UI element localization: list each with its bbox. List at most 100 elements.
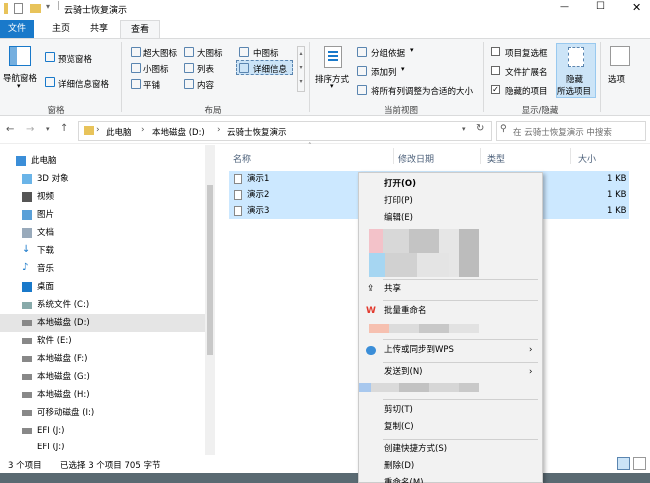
group-by-button[interactable]: 分组依据	[371, 47, 405, 59]
menu-separator	[383, 339, 538, 340]
menu-item-create-shortcut[interactable]: 创建快捷方式(S)	[359, 441, 542, 458]
content-view-icon	[184, 79, 194, 89]
column-header-name[interactable]: 名称	[233, 152, 251, 165]
layout-tiles[interactable]: 平铺	[143, 79, 160, 91]
item-checkboxes-checkbox[interactable]	[491, 47, 500, 56]
details-view-toggle-icon[interactable]	[617, 457, 630, 470]
sort-dropdown-icon[interactable]: ▾	[330, 82, 334, 90]
hidden-items-label[interactable]: 隐藏的项目	[505, 85, 548, 97]
layout-medium-icons[interactable]: 中图标	[253, 47, 279, 59]
menu-item-copy[interactable]: 复制(C)	[359, 419, 542, 436]
nav-item-this-pc[interactable]: 此电脑	[0, 152, 205, 170]
tab-view[interactable]: 查看	[120, 20, 160, 39]
file-size: 1 KB	[607, 190, 627, 200]
nav-item-documents[interactable]: 文档	[0, 224, 205, 242]
window-title: 云骑士恢复演示	[64, 6, 128, 16]
nav-item-desktop[interactable]: 桌面	[0, 278, 205, 296]
tab-share[interactable]: 共享	[82, 20, 116, 38]
nav-pane-dropdown-icon[interactable]: ▾	[17, 82, 21, 90]
layout-large-icons[interactable]: 大图标	[197, 47, 223, 59]
scrollbar-thumb[interactable]	[207, 185, 213, 355]
address-dropdown-icon[interactable]: ▾	[462, 125, 466, 133]
nav-item-3d-objects[interactable]: 3D 对象	[0, 170, 205, 188]
item-checkboxes-label[interactable]: 项目复选框	[505, 47, 548, 59]
menu-item-share[interactable]: ⇪ 共享	[359, 281, 542, 298]
tab-home[interactable]: 主页	[44, 20, 78, 38]
ribbon-divider	[600, 42, 601, 112]
list-view-icon	[184, 63, 194, 73]
column-header-size[interactable]: 大小	[578, 152, 596, 165]
drive-icon	[22, 428, 32, 434]
details-pane-icon[interactable]	[45, 77, 55, 87]
preview-pane-button[interactable]: 预览窗格	[58, 53, 92, 65]
column-divider[interactable]	[570, 148, 571, 164]
nav-item-drive-f[interactable]: 本地磁盘 (F:)	[0, 350, 205, 368]
minimize-button[interactable]: —	[560, 2, 569, 12]
nav-pane-icon[interactable]	[9, 46, 31, 66]
nav-item-pictures[interactable]: 图片	[0, 206, 205, 224]
medium-icons-icon	[239, 47, 249, 57]
options-button[interactable]: 选项	[608, 73, 625, 85]
menu-item-open[interactable]: 打开(O)	[359, 176, 542, 193]
details-pane-button[interactable]: 详细信息窗格	[58, 78, 109, 90]
new-folder-icon[interactable]	[30, 4, 41, 13]
options-icon[interactable]	[610, 46, 630, 66]
refresh-icon[interactable]: ↻	[476, 123, 484, 134]
layout-content[interactable]: 内容	[197, 79, 214, 91]
up-arrow-icon[interactable]: ↑	[60, 123, 68, 134]
preview-pane-icon[interactable]	[45, 52, 55, 62]
menu-item-upload-wps[interactable]: 上传或同步到WPS ›	[359, 342, 542, 359]
forward-arrow-icon[interactable]: →	[26, 124, 34, 135]
nav-item-drive-c[interactable]: 系统文件 (C:)	[0, 296, 205, 314]
3d-objects-icon	[22, 174, 32, 184]
column-header-date[interactable]: 修改日期	[398, 152, 434, 165]
add-columns-dropdown-icon[interactable]: ▾	[401, 65, 405, 73]
qat-dropdown-icon[interactable]: ▾	[46, 2, 50, 11]
menu-item-send-to[interactable]: 发送到(N) ›	[359, 364, 542, 381]
file-extensions-label[interactable]: 文件扩展名	[505, 66, 548, 78]
size-all-columns-button[interactable]: 将所有列调整为合适的大小	[371, 85, 473, 97]
maximize-button[interactable]: ☐	[596, 1, 605, 12]
file-size: 1 KB	[607, 174, 627, 184]
text-file-icon	[234, 190, 242, 200]
menu-item-batch-rename[interactable]: W 批量重命名	[359, 303, 542, 320]
tab-file[interactable]: 文件	[0, 20, 34, 38]
group-by-dropdown-icon[interactable]: ▾	[410, 46, 414, 54]
nav-item-drive-g[interactable]: 本地磁盘 (G:)	[0, 368, 205, 386]
nav-item-drive-i[interactable]: 可移动磁盘 (I:)	[0, 404, 205, 422]
menu-item-edit[interactable]: 编辑(E)	[359, 210, 542, 227]
menu-item-print[interactable]: 打印(P)	[359, 193, 542, 210]
back-arrow-icon[interactable]: ←	[6, 124, 14, 135]
file-extensions-checkbox[interactable]	[491, 66, 500, 75]
add-columns-button[interactable]: 添加列	[371, 66, 397, 78]
sort-icon[interactable]	[324, 46, 342, 68]
nav-pane-scrollbar[interactable]	[205, 145, 215, 455]
nav-item-drive-h[interactable]: 本地磁盘 (H:)	[0, 386, 205, 404]
menu-item-delete[interactable]: 删除(D)	[359, 458, 542, 475]
nav-item-music[interactable]: ♪ 音乐	[0, 260, 205, 278]
large-icons-toggle-icon[interactable]	[633, 457, 646, 470]
breadcrumb-drive-d[interactable]: 本地磁盘 (D:)	[152, 126, 205, 138]
menu-item-cut[interactable]: 剪切(T)	[359, 402, 542, 419]
nav-item-drive-j[interactable]: EFI (J:)	[0, 422, 205, 440]
menu-item-rename[interactable]: 重命名(M)	[359, 475, 542, 483]
nav-item-videos[interactable]: 视频	[0, 188, 205, 206]
column-divider[interactable]	[393, 148, 394, 164]
layout-list[interactable]: 列表	[197, 63, 214, 75]
nav-item-drive-d-selected[interactable]: 本地磁盘 (D:)	[0, 314, 205, 332]
layout-xlarge-icons[interactable]: 超大图标	[143, 47, 177, 59]
breadcrumb-current-folder[interactable]: 云骑士恢复演示	[227, 126, 287, 138]
recent-dropdown-icon[interactable]: ▾	[46, 125, 50, 133]
nav-item-drive-j-2[interactable]: EFI (J:)	[0, 443, 205, 453]
close-button[interactable]: ✕	[632, 1, 641, 14]
nav-item-downloads[interactable]: ↓ 下载	[0, 242, 205, 260]
layout-details[interactable]: 详细信息	[253, 63, 287, 75]
column-divider[interactable]	[480, 148, 481, 164]
properties-icon[interactable]	[14, 3, 23, 14]
layout-small-icons[interactable]: 小图标	[143, 63, 169, 75]
nav-item-drive-e[interactable]: 软件 (E:)	[0, 332, 205, 350]
column-header-type[interactable]: 类型	[487, 152, 505, 165]
breadcrumb-this-pc[interactable]: 此电脑	[106, 126, 132, 138]
layout-scroll-arrows[interactable]: ▴ ▾ ▾	[297, 46, 305, 92]
hidden-items-checkbox[interactable]: ✓	[491, 85, 500, 94]
